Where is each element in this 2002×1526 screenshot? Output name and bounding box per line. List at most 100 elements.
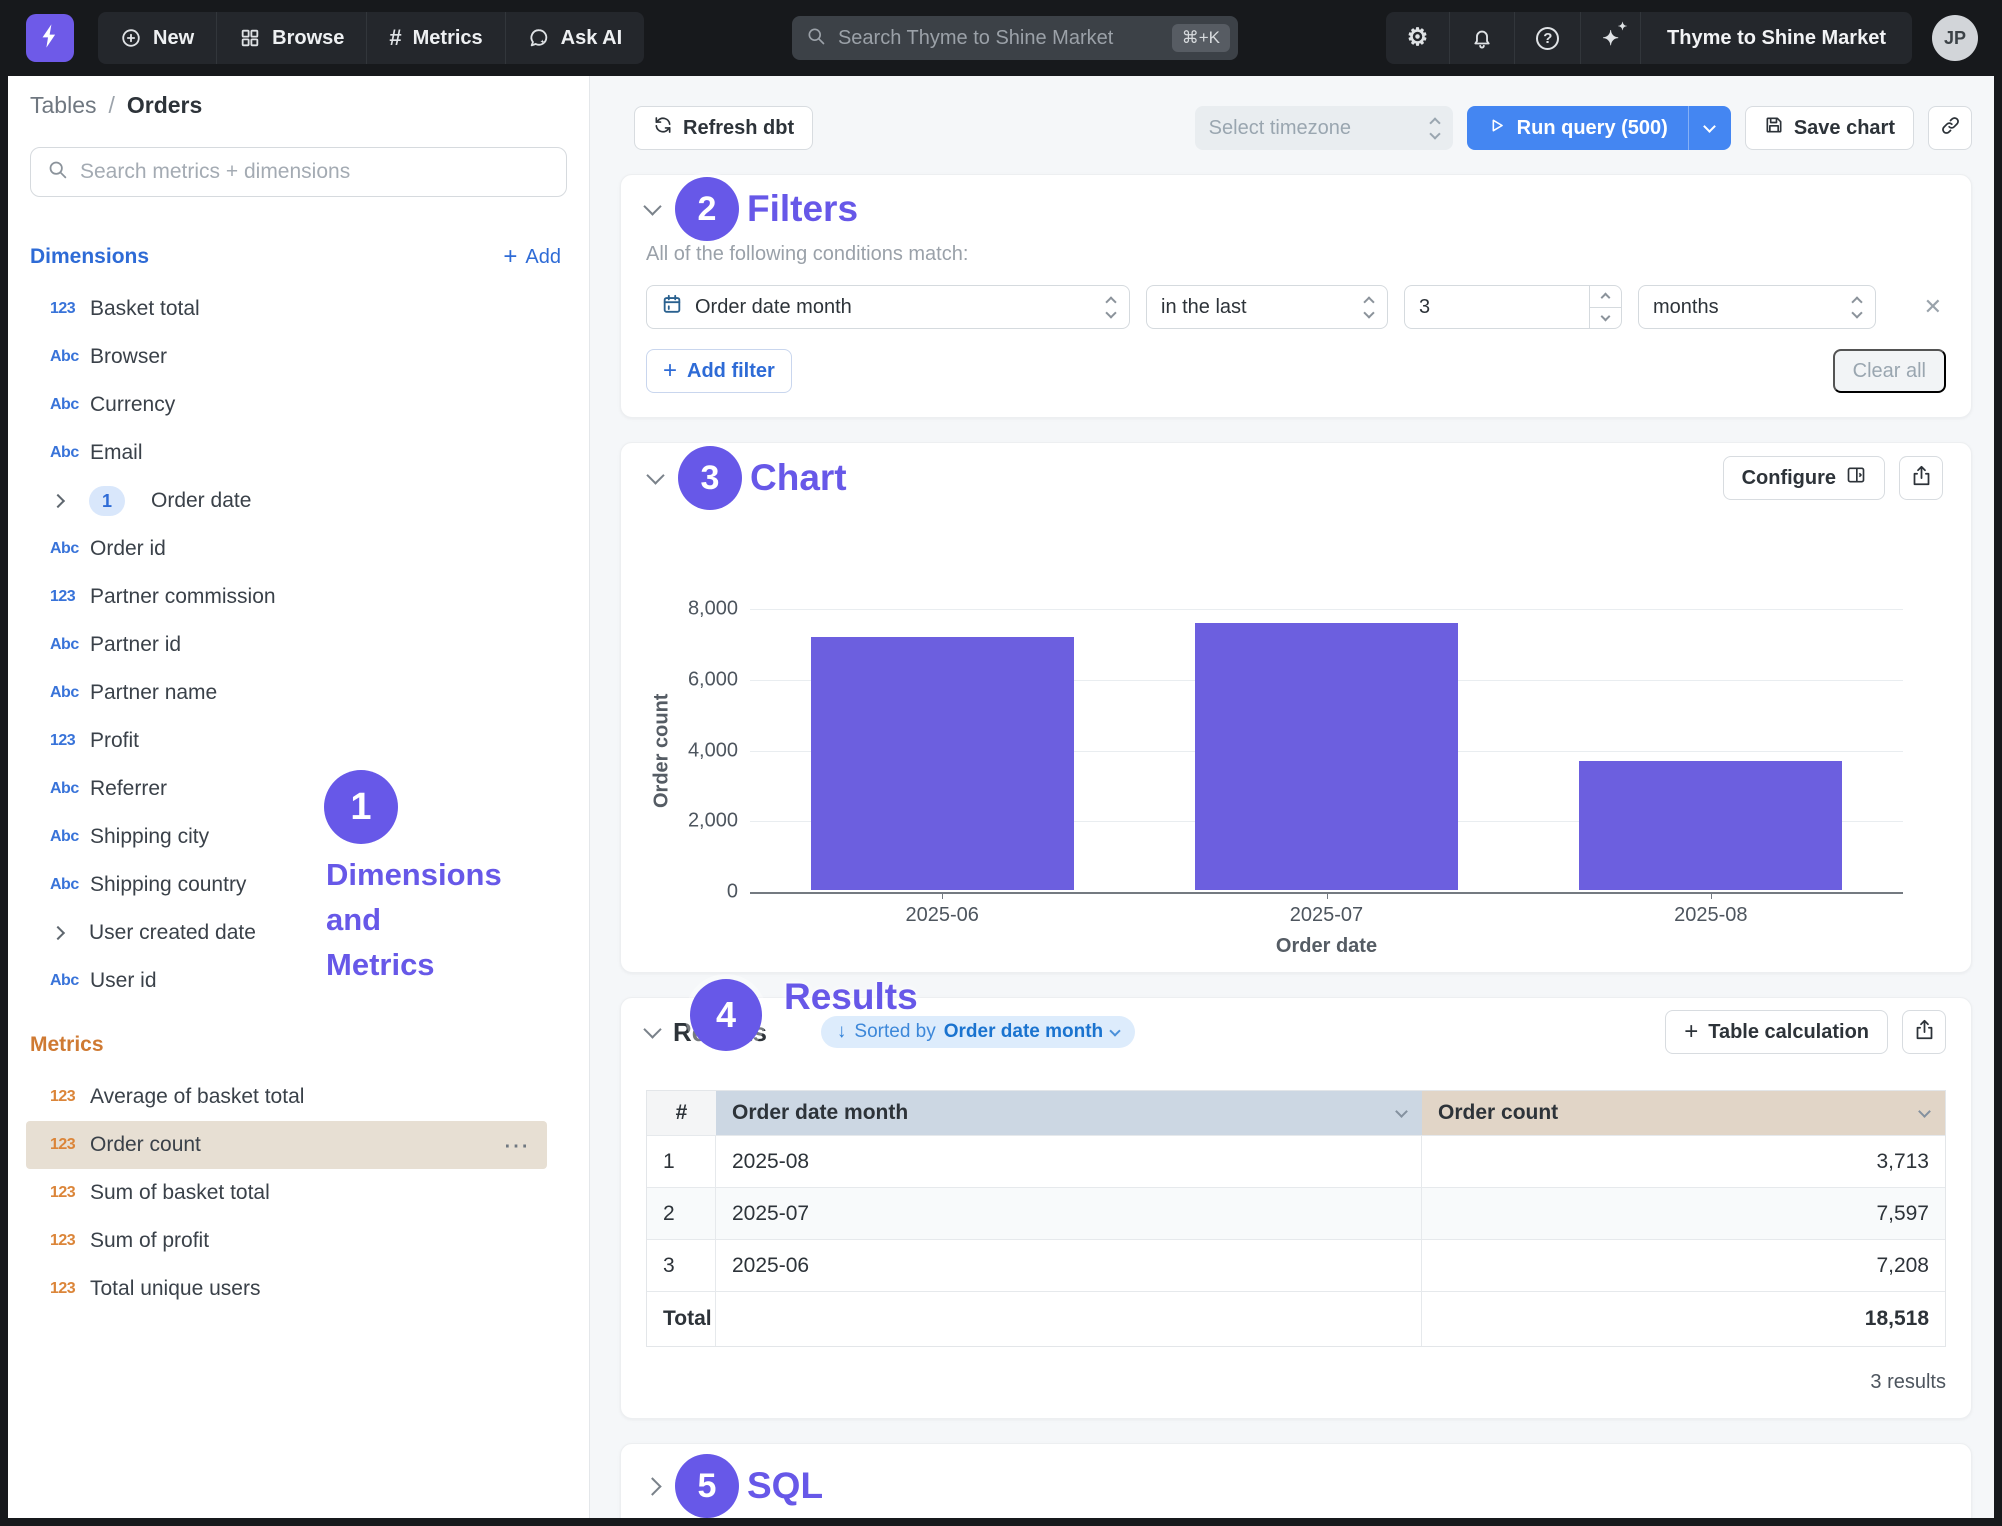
panel-icon — [1846, 465, 1866, 491]
timezone-select[interactable]: Select timezone — [1195, 106, 1453, 150]
help-button[interactable]: ? — [1515, 12, 1581, 64]
metric-item-sum-of-basket-total[interactable]: 123 Sum of basket total — [8, 1169, 589, 1217]
field-label: Average of basket total — [90, 1085, 304, 1109]
column-header-index: # — [647, 1091, 716, 1135]
field-type-icon: Abc — [50, 972, 84, 990]
table-calculation-button[interactable]: + Table calculation — [1665, 1010, 1888, 1054]
collapse-chart-icon[interactable] — [646, 466, 664, 484]
annotation-circle-4: 4 — [690, 979, 762, 1051]
export-chart-button[interactable] — [1899, 456, 1943, 500]
metric-item-average-of-basket-total[interactable]: 123 Average of basket total — [8, 1073, 589, 1121]
field-label: Shipping country — [90, 873, 246, 897]
nav-item-metrics[interactable]: #Metrics — [367, 12, 505, 64]
org-switcher[interactable]: Thyme to Shine Market — [1640, 12, 1912, 64]
dimension-item-referrer[interactable]: Abc Referrer — [8, 765, 589, 813]
field-label: Order count — [90, 1133, 201, 1157]
chevron-down-icon[interactable] — [1395, 1105, 1408, 1118]
dimension-item-currency[interactable]: Abc Currency — [8, 381, 589, 429]
metric-item-total-unique-users[interactable]: 123 Total unique users — [8, 1265, 589, 1313]
screenshot-frame: NewBrowse#MetricsAsk AI Search Thyme to … — [0, 0, 2002, 1526]
row-index-cell: 1 — [647, 1135, 716, 1187]
results-table: # Order date month Order count 12025-083… — [646, 1090, 1946, 1347]
collapse-results-icon[interactable] — [643, 1020, 661, 1038]
chevron-down-icon[interactable] — [1918, 1105, 1931, 1118]
dimensions-list: 123 Basket total Abc Browser Abc Currenc… — [8, 285, 589, 1005]
bar-2025-06[interactable] — [811, 637, 1074, 890]
refresh-dbt-button[interactable]: Refresh dbt — [634, 106, 813, 150]
filter-operator-select[interactable]: in the last — [1146, 285, 1388, 329]
y-axis-title: Order count — [649, 609, 675, 892]
field-menu-button[interactable]: ⋯ — [503, 1130, 531, 1161]
sorted-by-pill[interactable]: ↓ Sorted by Order date month — [821, 1016, 1135, 1048]
field-label: Email — [90, 441, 143, 465]
add-dimension-button[interactable]: +Add — [503, 245, 561, 269]
annotation-circle-5: 5 — [675, 1454, 739, 1518]
fields-search-input[interactable]: Search metrics + dimensions — [30, 147, 567, 197]
gear-button[interactable]: ⚙ — [1386, 12, 1451, 64]
clear-all-filters-button[interactable]: Clear all — [1833, 349, 1946, 393]
global-search-input[interactable]: Search Thyme to Shine Market ⌘+K — [792, 16, 1238, 60]
nav-item-new[interactable]: New — [98, 12, 217, 64]
search-icon — [806, 26, 826, 51]
order-date-month-cell: 2025-08 — [716, 1135, 1422, 1187]
column-header-order-count[interactable]: Order count — [1422, 1091, 1945, 1135]
bell-button[interactable] — [1450, 12, 1515, 64]
bar-2025-08[interactable] — [1579, 761, 1842, 890]
dimension-item-partner-id[interactable]: Abc Partner id — [8, 621, 589, 669]
fields-search-placeholder: Search metrics + dimensions — [80, 160, 350, 184]
field-label: Sum of basket total — [90, 1181, 270, 1205]
field-label: Order id — [90, 537, 166, 561]
select-caret-icon — [1107, 298, 1115, 317]
annotation-label-filters: Filters — [747, 188, 858, 230]
share-link-button[interactable] — [1928, 106, 1972, 150]
keyboard-shortcut-badge: ⌘+K — [1172, 24, 1230, 52]
export-results-button[interactable] — [1902, 1010, 1946, 1054]
dimension-item-order-date[interactable]: 1 Order date — [8, 477, 589, 525]
sparkles-button[interactable]: ✦✦ — [1581, 12, 1640, 64]
dimension-item-user-id[interactable]: Abc User id — [8, 957, 589, 1005]
chevron-right-icon[interactable] — [51, 494, 65, 508]
bar-2025-07[interactable] — [1195, 623, 1458, 890]
dimension-item-email[interactable]: Abc Email — [8, 429, 589, 477]
filter-unit-select[interactable]: months — [1638, 285, 1876, 329]
field-label: Browser — [90, 345, 167, 369]
filter-field-select[interactable]: Order date month — [646, 285, 1130, 329]
breadcrumb-tables-link[interactable]: Tables — [30, 92, 96, 119]
stepper-down-button[interactable] — [1590, 308, 1621, 329]
run-query-button[interactable]: Run query (500) — [1467, 106, 1731, 150]
field-type-icon: Abc — [50, 828, 84, 846]
dimension-item-basket-total[interactable]: 123 Basket total — [8, 285, 589, 333]
chevron-right-icon[interactable] — [51, 926, 65, 940]
field-type-icon: 123 — [50, 1280, 84, 1298]
save-icon — [1764, 115, 1784, 141]
x-axis-title: Order date — [750, 935, 1903, 958]
filter-value-input[interactable]: 3 — [1404, 285, 1622, 329]
collapse-filters-icon[interactable] — [643, 197, 661, 215]
calendar-icon — [661, 293, 683, 321]
metric-item-sum-of-profit[interactable]: 123 Sum of profit — [8, 1217, 589, 1265]
add-filter-button[interactable]: +Add filter — [646, 349, 792, 393]
nav-item-browse[interactable]: Browse — [217, 12, 367, 64]
total-empty-cell — [716, 1291, 1422, 1346]
dimension-item-user-created-date[interactable]: User created date — [8, 909, 589, 957]
field-type-icon: 123 — [50, 1088, 84, 1106]
expand-sql-icon[interactable] — [643, 1477, 661, 1495]
column-header-order-date-month[interactable]: Order date month — [716, 1091, 1422, 1135]
dimension-item-partner-name[interactable]: Abc Partner name — [8, 669, 589, 717]
metric-item-order-count[interactable]: 123 Order count ⋯ — [26, 1121, 547, 1169]
dimension-item-profit[interactable]: 123 Profit — [8, 717, 589, 765]
run-query-dropdown[interactable] — [1689, 106, 1731, 150]
nav-item-ask-ai[interactable]: Ask AI — [506, 12, 645, 64]
x-tick-label: 2025-06 — [750, 904, 1134, 927]
app-logo[interactable] — [26, 14, 74, 62]
save-chart-button[interactable]: Save chart — [1745, 106, 1914, 150]
user-avatar[interactable]: JP — [1932, 15, 1978, 61]
configure-chart-button[interactable]: Configure — [1723, 456, 1885, 500]
dimension-item-partner-commission[interactable]: 123 Partner commission — [8, 573, 589, 621]
dimension-item-browser[interactable]: Abc Browser — [8, 333, 589, 381]
dimension-item-shipping-city[interactable]: Abc Shipping city — [8, 813, 589, 861]
dimension-item-order-id[interactable]: Abc Order id — [8, 525, 589, 573]
stepper-up-button[interactable] — [1590, 286, 1621, 308]
field-label: Shipping city — [90, 825, 209, 849]
remove-filter-button[interactable]: ✕ — [1924, 294, 1942, 320]
